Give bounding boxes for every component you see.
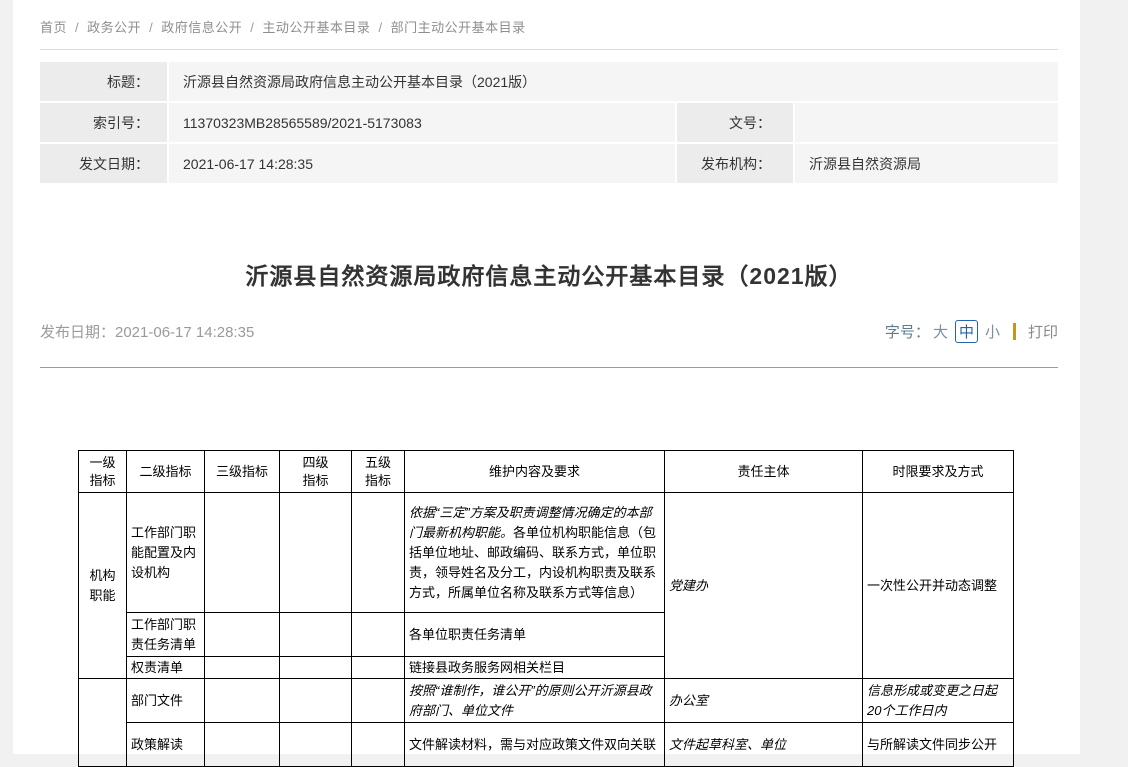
breadcrumb-separator: / bbox=[378, 20, 382, 35]
meta-index-value: 11370323MB28565589/2021-5173083 bbox=[169, 103, 675, 142]
header-level1: 一级 指标 bbox=[79, 451, 127, 493]
font-size-medium-button[interactable]: 中 bbox=[955, 320, 978, 343]
meta-row-title: 标题： 沂源县自然资源局政府信息主动公开基本目录（2021版） bbox=[40, 62, 1058, 101]
cell-deadline: 与所解读文件同步公开 bbox=[863, 723, 1014, 767]
catalog-table: 一级 指标 二级指标 三级指标 四级 指标 五级 指标 维护内容及要求 责任主体… bbox=[78, 450, 1014, 767]
content-page: 首页 / 政务公开 / 政府信息公开 / 主动公开基本目录 / 部门主动公开基本目录 标题： 沂… bbox=[13, 0, 1080, 754]
header-content: 维护内容及要求 bbox=[405, 451, 665, 493]
meta-docno-label: 文号： bbox=[677, 103, 793, 142]
font-size-large-button[interactable]: 大 bbox=[933, 321, 948, 342]
meta-publisher-label: 发布机构： bbox=[677, 144, 793, 183]
cell-empty bbox=[205, 657, 280, 679]
breadcrumb-divider bbox=[40, 49, 1058, 50]
cell-empty bbox=[352, 613, 405, 657]
meta-publisher-value: 沂源县自然资源局 bbox=[795, 144, 1058, 183]
meta-issuedate-value: 2021-06-17 14:28:35 bbox=[169, 144, 675, 183]
cell-responsible: 文件起草科室、单位 bbox=[665, 723, 863, 767]
meta-title-label: 标题： bbox=[40, 62, 167, 101]
cell-content: 文件解读材料，需与对应政策文件双向关联 bbox=[405, 723, 665, 767]
breadcrumb-catalog[interactable]: 主动公开基本目录 bbox=[262, 20, 370, 35]
cell-empty bbox=[280, 657, 352, 679]
table-row: 部门文件 按照“谁制作，谁公开”的原则公开沂源县政府部门、单位文件 办公室 信息… bbox=[79, 679, 1014, 723]
cell-level2: 权责清单 bbox=[127, 657, 205, 679]
breadcrumb-separator: / bbox=[250, 20, 254, 35]
cell-empty bbox=[205, 723, 280, 767]
font-size-small-button[interactable]: 小 bbox=[985, 321, 1000, 342]
meta-row-date: 发文日期： 2021-06-17 14:28:35 发布机构： 沂源县自然资源局 bbox=[40, 144, 1058, 183]
meta-docno-value bbox=[795, 103, 1058, 142]
header-level4: 四级 指标 bbox=[280, 451, 352, 493]
font-size-label: 字号： bbox=[885, 321, 930, 342]
cell-content: 依据“三定”方案及职责调整情况确定的本部门最新机构职能。各单位机构职能信息（包括… bbox=[405, 493, 665, 613]
breadcrumb-gov-info[interactable]: 政府信息公开 bbox=[161, 20, 242, 35]
cell-empty bbox=[352, 493, 405, 613]
header-deadline: 时限要求及方式 bbox=[863, 451, 1014, 493]
document-meta-table: 标题： 沂源县自然资源局政府信息主动公开基本目录（2021版） 索引号： 113… bbox=[40, 62, 1058, 183]
breadcrumb-home[interactable]: 首页 bbox=[40, 20, 67, 35]
breadcrumb-zhengwu[interactable]: 政务公开 bbox=[87, 20, 141, 35]
table-header-row: 一级 指标 二级指标 三级指标 四级 指标 五级 指标 维护内容及要求 责任主体… bbox=[79, 451, 1014, 493]
cell-responsible: 办公室 bbox=[665, 679, 863, 723]
header-level3: 三级指标 bbox=[205, 451, 280, 493]
meta-index-label: 索引号： bbox=[40, 103, 167, 142]
tools-separator bbox=[1013, 323, 1016, 340]
meta-row-index: 索引号： 11370323MB28565589/2021-5173083 文号： bbox=[40, 103, 1058, 142]
cell-empty bbox=[280, 613, 352, 657]
cell-empty bbox=[280, 493, 352, 613]
meta-title-value: 沂源县自然资源局政府信息主动公开基本目录（2021版） bbox=[169, 62, 1058, 101]
cell-responsible: 党建办 bbox=[665, 493, 863, 679]
table-row: 政策解读 文件解读材料，需与对应政策文件双向关联 文件起草科室、单位 与所解读文… bbox=[79, 723, 1014, 767]
article-divider bbox=[40, 367, 1058, 368]
cell-empty bbox=[280, 723, 352, 767]
page-title: 沂源县自然资源局政府信息主动公开基本目录（2021版） bbox=[40, 257, 1058, 291]
table-row: 机构 职能 工作部门职能配置及内设机构 依据“三定”方案及职责调整情况确定的本部… bbox=[79, 493, 1014, 613]
cell-level1-jigou: 机构 职能 bbox=[79, 493, 127, 679]
cell-empty bbox=[205, 679, 280, 723]
breadcrumb-separator: / bbox=[149, 20, 153, 35]
header-responsible: 责任主体 bbox=[665, 451, 863, 493]
cell-content: 按照“谁制作，谁公开”的原则公开沂源县政府部门、单位文件 bbox=[405, 679, 665, 723]
cell-deadline: 信息形成或变更之日起20个工作日内 bbox=[863, 679, 1014, 723]
cell-level2: 工作部门职能配置及内设机构 bbox=[127, 493, 205, 613]
cell-level1-empty bbox=[79, 679, 127, 767]
breadcrumb-dept-catalog[interactable]: 部门主动公开基本目录 bbox=[391, 20, 526, 35]
meta-issuedate-label: 发文日期： bbox=[40, 144, 167, 183]
cell-empty bbox=[352, 679, 405, 723]
article-meta-bar: 发布日期：2021-06-17 14:28:35 字号： 大 中 小 打印 bbox=[40, 320, 1058, 343]
print-button[interactable]: 打印 bbox=[1028, 321, 1058, 342]
cell-empty bbox=[205, 493, 280, 613]
cell-empty bbox=[280, 679, 352, 723]
breadcrumb: 首页 / 政务公开 / 政府信息公开 / 主动公开基本目录 / 部门主动公开基本目录 bbox=[40, 0, 1058, 36]
cell-level2: 政策解读 bbox=[127, 723, 205, 767]
header-level2: 二级指标 bbox=[127, 451, 205, 493]
cell-empty bbox=[352, 723, 405, 767]
article-tools: 字号： 大 中 小 打印 bbox=[885, 320, 1058, 343]
cell-content: 链接县政务服务网相关栏目 bbox=[405, 657, 665, 679]
cell-level2: 工作部门职责任务清单 bbox=[127, 613, 205, 657]
cell-empty bbox=[352, 657, 405, 679]
cell-content: 各单位职责任务清单 bbox=[405, 613, 665, 657]
publish-date: 发布日期：2021-06-17 14:28:35 bbox=[40, 321, 254, 342]
header-level5: 五级 指标 bbox=[352, 451, 405, 493]
cell-deadline: 一次性公开并动态调整 bbox=[863, 493, 1014, 679]
cell-level2: 部门文件 bbox=[127, 679, 205, 723]
cell-empty bbox=[205, 613, 280, 657]
breadcrumb-separator: / bbox=[75, 20, 79, 35]
